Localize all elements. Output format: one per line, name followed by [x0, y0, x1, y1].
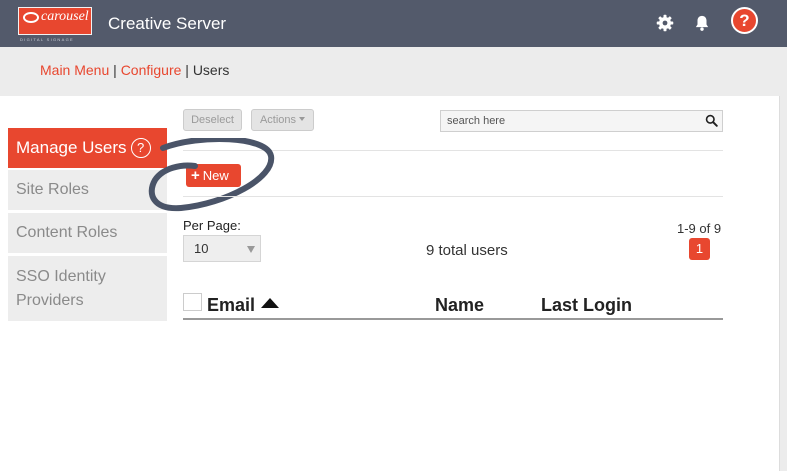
- per-page-value: 10: [194, 241, 209, 256]
- breadcrumb: Main Menu | Configure | Users: [40, 62, 229, 78]
- breadcrumb-separator: |: [185, 62, 189, 78]
- sidebar-item-site-roles[interactable]: Site Roles: [8, 170, 167, 210]
- sidebar-item-content-roles[interactable]: Content Roles: [8, 213, 167, 253]
- annotation-circle: [148, 138, 275, 212]
- sidebar-item-label: Site Roles: [16, 181, 89, 198]
- sidebar-item-label: Providers: [16, 292, 84, 309]
- actions-dropdown[interactable]: Actions: [251, 109, 314, 131]
- logo-word: carousel: [41, 9, 89, 24]
- sidebar-item-label: SSO Identity: [16, 268, 106, 285]
- help-button[interactable]: ?: [731, 7, 758, 34]
- search-icon[interactable]: [705, 114, 718, 127]
- table-header-divider: [183, 318, 723, 320]
- sidebar-item-label: Manage Users: [16, 138, 127, 157]
- app-title: Creative Server: [108, 14, 227, 33]
- breadcrumb-bar: Main Menu | Configure | Users: [0, 47, 787, 96]
- select-all-checkbox[interactable]: [183, 293, 202, 311]
- sort-ascending-icon: [261, 298, 280, 308]
- page-1-button[interactable]: 1: [689, 238, 710, 260]
- column-header-label: Name: [435, 295, 485, 315]
- sidebar-item-label: Content Roles: [16, 224, 118, 241]
- search-input[interactable]: [441, 111, 696, 131]
- column-header-label: Last Login: [541, 295, 632, 315]
- sidebar-item-manage-users[interactable]: Manage Users?: [8, 128, 167, 168]
- column-header-last-login[interactable]: Last Login: [541, 295, 632, 316]
- sidebar-item-sso-identity-providers[interactable]: SSO Identity Providers: [8, 256, 167, 321]
- logo-mark-icon: [23, 12, 39, 23]
- actions-label: Actions: [259, 114, 297, 126]
- logo-tagline: DIGITAL SIGNAGE: [20, 37, 74, 42]
- total-users-count: 9 total users: [426, 242, 508, 259]
- breadcrumb-main-menu[interactable]: Main Menu: [40, 62, 109, 78]
- chevron-down-icon: [247, 246, 255, 253]
- column-header-email[interactable]: Email: [207, 295, 280, 316]
- divider: [183, 196, 723, 197]
- top-bar: carousel DIGITAL SIGNAGE Creative Server…: [0, 0, 787, 47]
- per-page-label: Per Page:: [183, 218, 241, 233]
- breadcrumb-configure[interactable]: Configure: [121, 62, 182, 78]
- chevron-down-icon: [299, 117, 306, 121]
- carousel-logo[interactable]: carousel DIGITAL SIGNAGE: [18, 7, 92, 42]
- right-scroll-edge: [779, 96, 787, 471]
- per-page-select[interactable]: 10: [183, 235, 261, 262]
- deselect-button[interactable]: Deselect: [183, 109, 242, 131]
- page-range: 1-9 of 9: [677, 221, 722, 236]
- breadcrumb-separator: |: [113, 62, 117, 78]
- search-box: [440, 110, 723, 132]
- column-header-name[interactable]: Name: [435, 295, 484, 316]
- bell-icon[interactable]: [693, 14, 711, 32]
- column-header-label: Email: [207, 295, 256, 315]
- gear-icon[interactable]: [656, 14, 674, 32]
- breadcrumb-users: Users: [192, 62, 230, 78]
